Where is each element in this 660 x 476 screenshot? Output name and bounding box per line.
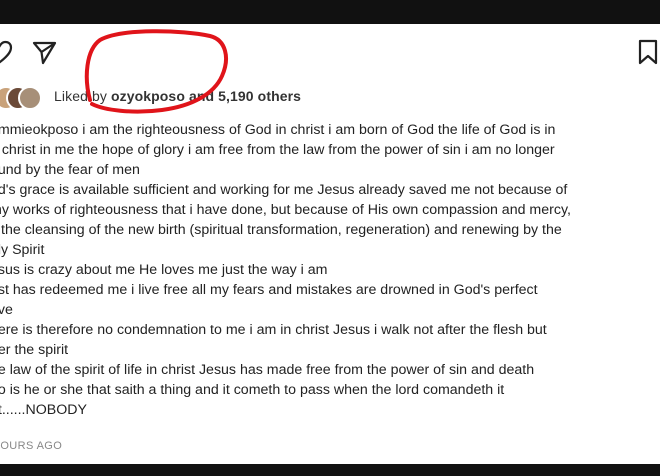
caption-line: here is therefore no condemnation to me … <box>0 322 547 338</box>
action-bar <box>0 38 660 68</box>
caption-line: rist has redeemed me i live free all my … <box>0 282 538 298</box>
likes-text: Liked by ozyokposo and 5,190 others <box>54 88 301 104</box>
caption-line: ove <box>0 302 13 318</box>
caption-line: my works of righteousness that i have do… <box>0 202 571 218</box>
caption-line: ound by the fear of men <box>0 162 140 178</box>
caption-line: fter the spirit <box>0 342 69 358</box>
likes-prefix: Liked by <box>54 88 107 104</box>
post-panel: Liked by ozyokposo and 5,190 others ammi… <box>0 24 660 464</box>
liker-username[interactable]: ozyokposo <box>111 88 185 104</box>
caption-line: ho is he or she that saith a thing and i… <box>0 382 505 398</box>
share-icon[interactable] <box>30 38 58 66</box>
post-timestamp[interactable]: HOURS AGO <box>0 440 62 452</box>
caption-line: e christ in me the hope of glory i am fr… <box>0 142 555 158</box>
likes-summary: Liked by ozyokposo and 5,190 others <box>0 86 660 110</box>
bottom-border <box>0 464 660 476</box>
caption-line: oly Spirit <box>0 242 45 258</box>
caption-line: he law of the spirit of life in christ J… <box>0 362 535 378</box>
caption-line: ot......NOBODY <box>0 402 87 418</box>
post-caption: ammieokposo i am the righteousness of Go… <box>0 120 655 420</box>
bookmark-icon[interactable] <box>634 38 660 66</box>
likes-count[interactable]: and 5,190 others <box>189 88 301 104</box>
caption-line: y the cleansing of the new birth (spirit… <box>0 222 562 238</box>
avatar <box>18 86 42 110</box>
heart-icon[interactable] <box>0 38 14 66</box>
caption-line: od's grace is available sufficient and w… <box>0 182 568 198</box>
caption-line: ammieokposo i am the righteousness of Go… <box>0 122 556 138</box>
liker-avatars[interactable] <box>0 86 50 110</box>
caption-line: esus is crazy about me He loves me just … <box>0 262 328 278</box>
